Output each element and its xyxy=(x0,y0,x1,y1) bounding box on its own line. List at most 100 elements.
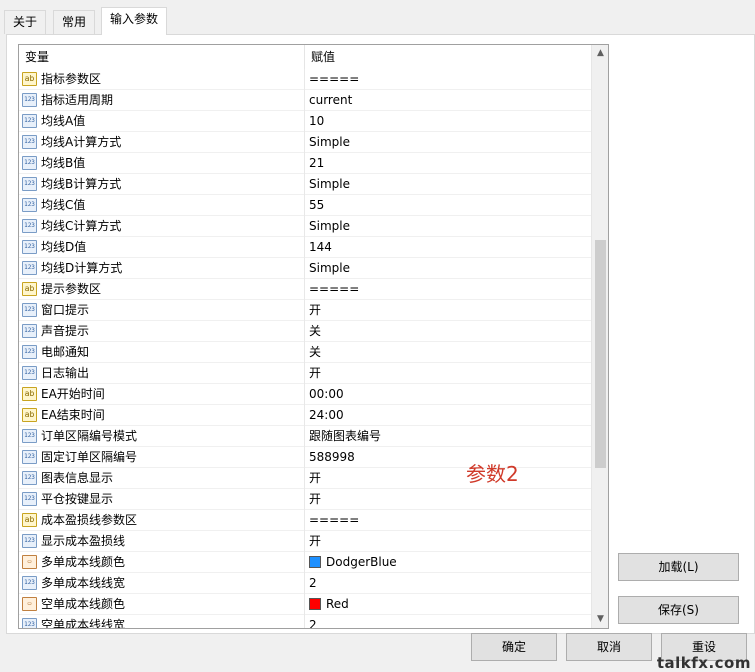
table-row[interactable]: 123 均线C值 55 xyxy=(19,195,592,216)
vertical-scrollbar[interactable]: ▲ ▼ xyxy=(591,45,608,628)
value-cell[interactable]: 2 xyxy=(305,573,592,594)
variable-cell[interactable]: 123 均线B计算方式 xyxy=(19,174,305,195)
variable-cell[interactable]: ab 成本盈损线参数区 xyxy=(19,510,305,531)
number-type-icon: 123 xyxy=(22,429,37,443)
chevron-down-icon[interactable]: ▼ xyxy=(592,611,608,628)
variable-cell[interactable]: 123 窗口提示 xyxy=(19,300,305,321)
table-row[interactable]: ▭ 空单成本线颜色 Red xyxy=(19,594,592,615)
variable-cell[interactable]: 123 均线B值 xyxy=(19,153,305,174)
table-row[interactable]: 123 均线B计算方式 Simple xyxy=(19,174,592,195)
save-button[interactable]: 保存(S) xyxy=(618,596,739,624)
chevron-up-icon[interactable]: ▲ xyxy=(592,45,608,62)
table-row[interactable]: 123 电邮通知 关 xyxy=(19,342,592,363)
table-row[interactable]: 123 声音提示 关 xyxy=(19,321,592,342)
variable-cell[interactable]: 123 固定订单区隔编号 xyxy=(19,447,305,468)
variable-cell[interactable]: 123 订单区隔编号模式 xyxy=(19,426,305,447)
variable-cell[interactable]: 123 均线A计算方式 xyxy=(19,132,305,153)
table-row[interactable]: 123 均线A值 10 xyxy=(19,111,592,132)
variable-cell[interactable]: 123 均线C值 xyxy=(19,195,305,216)
variable-cell[interactable]: 123 空单成本线线宽 xyxy=(19,615,305,628)
value-cell[interactable]: 10 xyxy=(305,111,592,132)
table-row[interactable]: 123 订单区隔编号模式 跟随图表编号 xyxy=(19,426,592,447)
table-row[interactable]: 123 指标适用周期 current xyxy=(19,90,592,111)
tab-about[interactable]: 关于 xyxy=(4,10,47,34)
variable-cell[interactable]: ▭ 多单成本线颜色 xyxy=(19,552,305,573)
value-cell[interactable]: 00:00 xyxy=(305,384,592,405)
table-row[interactable]: 123 均线C计算方式 Simple xyxy=(19,216,592,237)
variable-cell[interactable]: 123 多单成本线线宽 xyxy=(19,573,305,594)
value-text: Simple xyxy=(309,219,350,233)
value-cell[interactable]: 关 xyxy=(305,321,592,342)
variable-cell[interactable]: 123 显示成本盈损线 xyxy=(19,531,305,552)
table-row[interactable]: ab EA开始时间 00:00 xyxy=(19,384,592,405)
variable-cell[interactable]: ab 提示参数区 xyxy=(19,279,305,300)
value-cell[interactable]: 关 xyxy=(305,342,592,363)
table-row[interactable]: 123 平仓按键显示 开 xyxy=(19,489,592,510)
parameters-grid: 变量 赋值 ab 指标参数区 ===== 123 指标适用周期 current 123 均线A… xyxy=(18,44,609,629)
value-cell[interactable]: Simple xyxy=(305,174,592,195)
variable-cell[interactable]: 123 指标适用周期 xyxy=(19,90,305,111)
value-cell[interactable]: 开 xyxy=(305,363,592,384)
tab-inputs[interactable]: 输入参数 xyxy=(101,7,168,35)
tab-common[interactable]: 常用 xyxy=(53,10,96,34)
variable-label: 固定订单区隔编号 xyxy=(41,450,138,464)
value-cell[interactable]: DodgerBlue xyxy=(305,552,592,573)
variable-cell[interactable]: ab EA结束时间 xyxy=(19,405,305,426)
variable-cell[interactable]: 123 图表信息显示 xyxy=(19,468,305,489)
value-cell[interactable]: current xyxy=(305,90,592,111)
scrollbar-thumb[interactable] xyxy=(595,240,606,468)
header-variable[interactable]: 变量 xyxy=(19,45,305,69)
variable-cell[interactable]: ▭ 空单成本线颜色 xyxy=(19,594,305,615)
variable-label: 成本盈损线参数区 xyxy=(41,513,138,527)
table-row[interactable]: 123 日志输出 开 xyxy=(19,363,592,384)
table-row[interactable]: 123 均线A计算方式 Simple xyxy=(19,132,592,153)
value-cell[interactable]: Simple xyxy=(305,216,592,237)
header-value[interactable]: 赋值 xyxy=(305,45,592,69)
value-cell[interactable]: ===== xyxy=(305,69,592,90)
ok-button[interactable]: 确定 xyxy=(471,633,557,661)
value-cell[interactable]: Simple xyxy=(305,258,592,279)
table-row[interactable]: 123 窗口提示 开 xyxy=(19,300,592,321)
variable-cell[interactable]: ab EA开始时间 xyxy=(19,384,305,405)
table-row[interactable]: ab 指标参数区 ===== xyxy=(19,69,592,90)
value-cell[interactable]: 588998 xyxy=(305,447,592,468)
value-cell[interactable]: Red xyxy=(305,594,592,615)
value-text: 24:00 xyxy=(309,408,344,422)
variable-cell[interactable]: 123 声音提示 xyxy=(19,321,305,342)
variable-cell[interactable]: 123 日志输出 xyxy=(19,363,305,384)
value-cell[interactable]: 跟随图表编号 xyxy=(305,426,592,447)
value-cell[interactable]: 开 xyxy=(305,468,592,489)
table-row[interactable]: ab 提示参数区 ===== xyxy=(19,279,592,300)
value-cell[interactable]: 55 xyxy=(305,195,592,216)
value-cell[interactable]: 开 xyxy=(305,300,592,321)
variable-cell[interactable]: ab 指标参数区 xyxy=(19,69,305,90)
color-type-icon: ▭ xyxy=(22,597,37,611)
table-row[interactable]: 123 显示成本盈损线 开 xyxy=(19,531,592,552)
table-row[interactable]: ab EA结束时间 24:00 xyxy=(19,405,592,426)
value-cell[interactable]: 21 xyxy=(305,153,592,174)
table-row[interactable]: 123 多单成本线线宽 2 xyxy=(19,573,592,594)
value-cell[interactable]: 144 xyxy=(305,237,592,258)
table-row[interactable]: 123 均线D计算方式 Simple xyxy=(19,258,592,279)
table-row[interactable]: 123 均线D值 144 xyxy=(19,237,592,258)
value-cell[interactable]: 24:00 xyxy=(305,405,592,426)
value-cell[interactable]: Simple xyxy=(305,132,592,153)
variable-cell[interactable]: 123 电邮通知 xyxy=(19,342,305,363)
value-cell[interactable]: 2 xyxy=(305,615,592,628)
value-cell[interactable]: 开 xyxy=(305,531,592,552)
number-type-icon: 123 xyxy=(22,450,37,464)
variable-cell[interactable]: 123 均线D值 xyxy=(19,237,305,258)
table-row[interactable]: ab 成本盈损线参数区 ===== xyxy=(19,510,592,531)
value-cell[interactable]: 开 xyxy=(305,489,592,510)
table-row[interactable]: ▭ 多单成本线颜色 DodgerBlue xyxy=(19,552,592,573)
variable-cell[interactable]: 123 均线D计算方式 xyxy=(19,258,305,279)
variable-cell[interactable]: 123 平仓按键显示 xyxy=(19,489,305,510)
load-button[interactable]: 加载(L) xyxy=(618,553,739,581)
variable-cell[interactable]: 123 均线A值 xyxy=(19,111,305,132)
value-cell[interactable]: ===== xyxy=(305,279,592,300)
value-cell[interactable]: ===== xyxy=(305,510,592,531)
variable-cell[interactable]: 123 均线C计算方式 xyxy=(19,216,305,237)
table-row[interactable]: 123 空单成本线线宽 2 xyxy=(19,615,592,628)
table-row[interactable]: 123 均线B值 21 xyxy=(19,153,592,174)
cancel-button[interactable]: 取消 xyxy=(566,633,652,661)
